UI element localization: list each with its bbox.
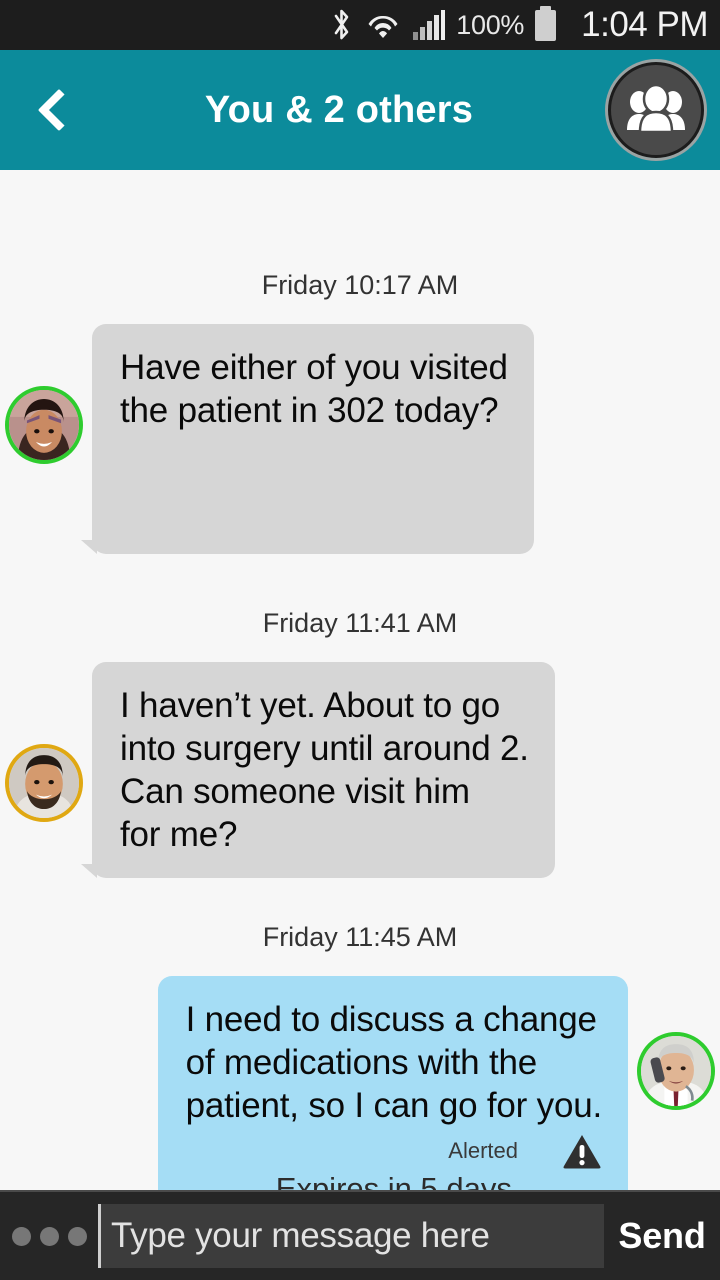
message-bubble[interactable]: I haven’t yet. About to go into surgery …: [81, 662, 555, 878]
message-input-bar: Send: [0, 1190, 720, 1280]
expires-label: Expires in 5 days: [275, 1171, 512, 1190]
dot: [11, 1226, 31, 1246]
avatar-woman-dark-hair[interactable]: [5, 386, 83, 464]
battery-percent: 100%: [456, 9, 525, 40]
message-timestamp: Friday 10:17 AM: [261, 270, 459, 300]
message-text: I haven’t yet. About to go into surgery …: [120, 686, 529, 854]
status-bar-clock: 1:04 PM: [581, 5, 708, 44]
message-block: Friday 11:41 AM I haven’t yet. About to …: [0, 554, 720, 878]
dot: [67, 1226, 87, 1246]
dot: [39, 1226, 59, 1246]
avatar-image: [641, 1036, 711, 1106]
message-block: Friday 11:45 AM I need to discuss a chan…: [0, 878, 720, 1190]
message-list[interactable]: Friday 10:17 AM Have either of you visit…: [0, 170, 720, 1190]
overflow-dots-icon[interactable]: [0, 1226, 98, 1246]
status-bar: 100% 1:04 PM: [0, 0, 720, 50]
avatar-man-beard[interactable]: [5, 744, 83, 822]
alerted-label: Alerted: [448, 1138, 518, 1163]
avatar-doctor-phone[interactable]: [637, 1032, 715, 1110]
send-button[interactable]: Send: [604, 1215, 720, 1257]
message-text: I need to discuss a change of medication…: [185, 1000, 603, 1125]
message-timestamp: Friday 11:45 AM: [262, 922, 458, 952]
bluetooth-icon: [334, 9, 349, 40]
wifi-icon: [368, 15, 398, 38]
battery-full-icon: [535, 5, 557, 41]
message-timestamp: Friday 11:41 AM: [262, 608, 458, 638]
alert-status-row: Alerted: [186, 1133, 602, 1169]
avatar-image: [9, 748, 79, 818]
message-input[interactable]: [98, 1204, 604, 1268]
message-block: Friday 10:17 AM Have either of you visit…: [0, 170, 720, 554]
group-people-icon: [627, 83, 685, 134]
chat-screen: 100% 1:04 PM You & 2 others Friday 10:17…: [0, 0, 720, 1280]
page-title: You & 2 others: [204, 88, 474, 131]
message-bubble[interactable]: I need to discuss a change of medication…: [157, 976, 628, 1190]
app-header: You & 2 others: [0, 50, 720, 170]
message-text: Have either of you visited the patient i…: [120, 348, 508, 430]
group-avatar-button[interactable]: [608, 62, 704, 158]
avatar-image: [9, 390, 79, 460]
message-bubble[interactable]: Have either of you visited the patient i…: [81, 324, 534, 554]
warning-triangle-icon: [563, 1135, 601, 1169]
cellular-signal-icon: [413, 10, 446, 40]
